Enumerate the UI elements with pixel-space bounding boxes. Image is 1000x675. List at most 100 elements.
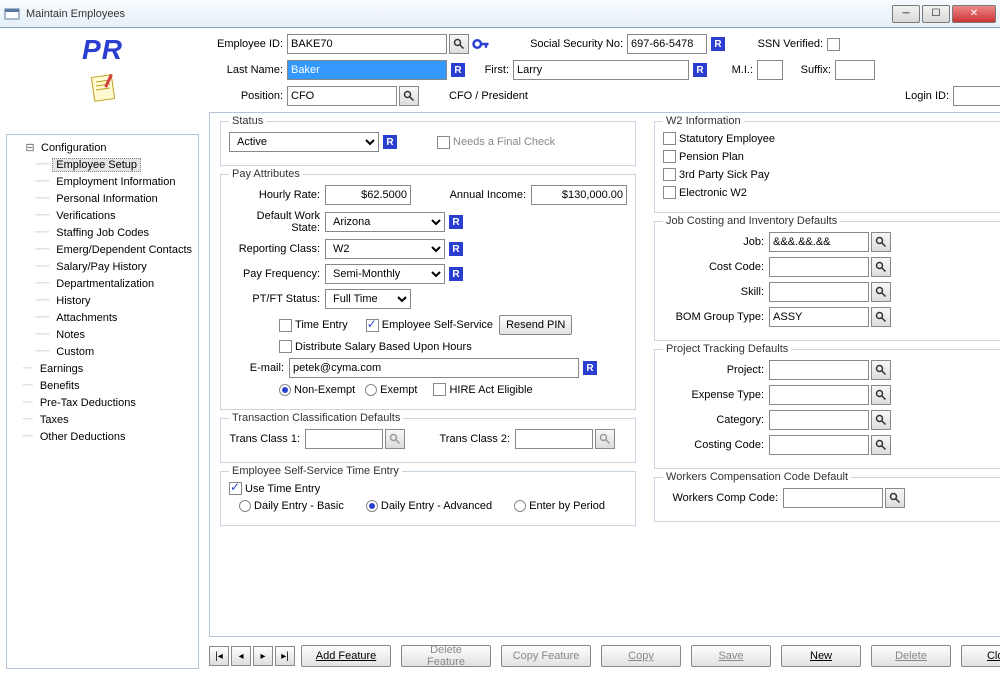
hire-act-checkbox[interactable] [433, 383, 446, 396]
statutory-employee-checkbox[interactable] [663, 132, 676, 145]
tree-node-pretax[interactable]: ┈┈Pre-Tax Deductions [9, 394, 196, 411]
position-input[interactable] [287, 86, 397, 106]
tree-node-custom[interactable]: ┈┈┈Custom [9, 343, 196, 360]
tree-node-taxes[interactable]: ┈┈Taxes [9, 411, 196, 428]
position-lookup-button[interactable] [399, 86, 419, 106]
workstate-select[interactable]: Arizona [325, 212, 445, 232]
costcode-lookup-button[interactable] [871, 257, 891, 277]
tree-node-employee-setup[interactable]: ┈┈┈Employee Setup [9, 156, 196, 173]
new-button[interactable]: New [781, 645, 861, 667]
tree-node-salary-history[interactable]: ┈┈┈Salary/Pay History [9, 258, 196, 275]
delete-feature-button[interactable]: Delete Feature [401, 645, 491, 667]
copy-feature-button[interactable]: Copy Feature [501, 645, 591, 667]
use-time-entry-checkbox[interactable] [229, 482, 242, 495]
costing-code-input[interactable] [769, 435, 869, 455]
employee-id-lookup-button[interactable] [449, 34, 469, 54]
tree-node-staffing-job-codes[interactable]: ┈┈┈Staffing Job Codes [9, 224, 196, 241]
tree-node-earnings[interactable]: ┈┈Earnings [9, 360, 196, 377]
tree-node-notes[interactable]: ┈┈┈Notes [9, 326, 196, 343]
delete-button[interactable]: Delete [871, 645, 951, 667]
workers-comp-input[interactable] [783, 488, 883, 508]
mi-label: M.I.: [721, 64, 757, 76]
transclass1-lookup-button[interactable] [385, 429, 405, 449]
email-input[interactable] [289, 358, 579, 378]
category-lookup-button[interactable] [871, 410, 891, 430]
project-input[interactable] [769, 360, 869, 380]
firstname-input[interactable] [513, 60, 689, 80]
third-party-sick-checkbox[interactable] [663, 168, 676, 181]
nav-first-button[interactable]: |◂ [209, 646, 229, 666]
pay-frequency-select[interactable]: Semi-Monthly [325, 264, 445, 284]
tree-node-personal-info[interactable]: ┈┈┈Personal Information [9, 190, 196, 207]
ptft-select[interactable]: Full Time [325, 289, 411, 309]
job-input[interactable] [769, 232, 869, 252]
category-label: Category: [663, 414, 769, 426]
tree-node-emerg-contacts[interactable]: ┈┈┈Emerg/Dependent Contacts [9, 241, 196, 258]
minimize-button[interactable]: ─ [892, 5, 920, 23]
transclass2-input[interactable] [515, 429, 593, 449]
project-lookup-button[interactable] [871, 360, 891, 380]
transclass1-input[interactable] [305, 429, 383, 449]
exempt-radio[interactable] [365, 384, 377, 396]
tree-node-attachments[interactable]: ┈┈┈Attachments [9, 309, 196, 326]
lastname-input[interactable] [287, 60, 447, 80]
ssn-verified-checkbox[interactable] [827, 38, 840, 51]
nonexempt-radio[interactable] [279, 384, 291, 396]
status-legend: Status [229, 115, 266, 127]
daily-basic-radio[interactable] [239, 500, 251, 512]
expense-type-lookup-button[interactable] [871, 385, 891, 405]
costing-code-lookup-button[interactable] [871, 435, 891, 455]
costcode-input[interactable] [769, 257, 869, 277]
job-lookup-button[interactable] [871, 232, 891, 252]
nav-next-button[interactable]: ▸ [253, 646, 273, 666]
nav-prev-button[interactable]: ◂ [231, 646, 251, 666]
employee-keylink-icon[interactable] [471, 34, 491, 54]
bom-input[interactable] [769, 307, 869, 327]
workers-comp-lookup-button[interactable] [885, 488, 905, 508]
employee-id-input[interactable] [287, 34, 447, 54]
tree-node-configuration[interactable]: ⊟ Configuration [9, 139, 196, 156]
enter-by-period-radio[interactable] [514, 500, 526, 512]
nav-tree[interactable]: ⊟ Configuration ┈┈┈Employee Setup ┈┈┈Emp… [6, 134, 199, 669]
status-select[interactable]: Active [229, 132, 379, 152]
close-button[interactable]: Close [961, 645, 1000, 667]
transclass2-lookup-button[interactable] [595, 429, 615, 449]
add-feature-button[interactable]: Add Feature [301, 645, 391, 667]
tree-node-other-deductions[interactable]: ┈┈Other Deductions [9, 428, 196, 445]
ess-checkbox[interactable] [366, 319, 379, 332]
loginid-input[interactable] [953, 86, 1000, 106]
tree-node-history[interactable]: ┈┈┈History [9, 292, 196, 309]
close-window-button[interactable]: ✕ [952, 5, 996, 23]
distribute-salary-checkbox[interactable] [279, 340, 292, 353]
collapse-icon[interactable]: ⊟ [23, 141, 37, 154]
annual-income-input[interactable] [531, 185, 627, 205]
resend-pin-button[interactable]: Resend PIN [499, 315, 572, 335]
tree-node-benefits[interactable]: ┈┈Benefits [9, 377, 196, 394]
skill-input[interactable] [769, 282, 869, 302]
hourly-rate-input[interactable] [325, 185, 411, 205]
category-input[interactable] [769, 410, 869, 430]
tree-node-verifications[interactable]: ┈┈┈Verifications [9, 207, 196, 224]
skill-lookup-button[interactable] [871, 282, 891, 302]
notepad-icon [6, 72, 199, 107]
nav-last-button[interactable]: ▸| [275, 646, 295, 666]
daily-advanced-radio[interactable] [366, 500, 378, 512]
bom-lookup-button[interactable] [871, 307, 891, 327]
suffix-input[interactable] [835, 60, 875, 80]
transaction-class-group: Transaction Classification Defaults Tran… [220, 418, 636, 463]
tree-node-departmentalization[interactable]: ┈┈┈Departmentalization [9, 275, 196, 292]
maximize-button[interactable]: ☐ [922, 5, 950, 23]
needs-final-checkbox[interactable] [437, 136, 450, 149]
tree-node-employment-info[interactable]: ┈┈┈Employment Information [9, 173, 196, 190]
electronic-w2-checkbox[interactable] [663, 186, 676, 199]
expense-type-input[interactable] [769, 385, 869, 405]
pension-plan-checkbox[interactable] [663, 150, 676, 163]
pay-attributes-group: Pay Attributes Hourly Rate: Annual Incom… [220, 174, 636, 410]
third-party-sick-label: 3rd Party Sick Pay [679, 169, 769, 181]
mi-input[interactable] [757, 60, 783, 80]
ssn-input[interactable] [627, 34, 707, 54]
copy-button[interactable]: Copy [601, 645, 681, 667]
save-button[interactable]: Save [691, 645, 771, 667]
time-entry-checkbox[interactable] [279, 319, 292, 332]
reporting-class-select[interactable]: W2 [325, 239, 445, 259]
